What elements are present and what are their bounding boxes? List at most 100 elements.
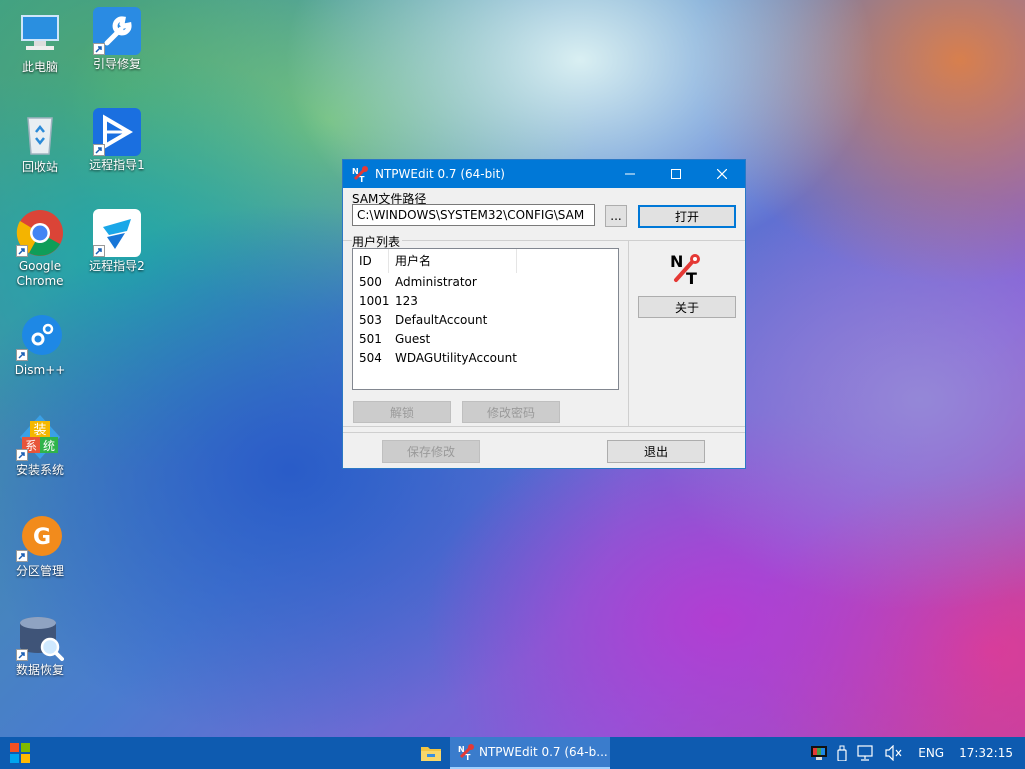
desktop-icon-remote-assist-2[interactable]: 远程指导2 <box>77 209 157 274</box>
shortcut-arrow-icon <box>93 43 105 55</box>
taskbar: N T NTPWEdit 0.7 (64-b... ENG 17:32:15 <box>0 737 1025 769</box>
computer-icon <box>16 10 64 58</box>
user-id: 1001 <box>359 294 390 308</box>
network-icon[interactable] <box>857 745 875 761</box>
user-row[interactable]: 500 Administrator <box>353 273 618 292</box>
shortcut-arrow-icon <box>16 449 28 461</box>
user-name: WDAGUtilityAccount <box>395 351 517 365</box>
user-name: Guest <box>395 332 431 346</box>
svg-text:装: 装 <box>33 423 46 438</box>
user-id: 500 <box>359 275 382 289</box>
desktop-icon-label: Dism++ <box>14 363 66 377</box>
svg-text:统: 统 <box>43 439 55 453</box>
desktop-icon-boot-repair[interactable]: 引导修复 <box>77 7 157 72</box>
clock[interactable]: 17:32:15 <box>959 746 1013 760</box>
divider <box>343 432 745 433</box>
ntpwedit-app-icon: N T <box>457 743 475 762</box>
system-tray: ENG 17:32:15 <box>806 737 1025 769</box>
task-title: NTPWEdit 0.7 (64-b... <box>479 745 608 759</box>
desktop-icon-label: 分区管理 <box>15 564 64 578</box>
volume-muted-icon[interactable] <box>885 745 903 761</box>
desktop-icon-label: 回收站 <box>21 160 58 174</box>
close-button[interactable] <box>699 160 745 188</box>
minimize-button[interactable] <box>607 160 653 188</box>
desktop-icon-label: 远程指导2 <box>89 259 145 273</box>
usb-drive-icon[interactable] <box>837 745 847 761</box>
color-display-icon[interactable] <box>811 746 828 760</box>
ntpwedit-logo: N T <box>669 252 705 288</box>
divider <box>343 426 745 427</box>
taskbar-file-explorer[interactable] <box>416 737 446 769</box>
svg-text:N: N <box>670 252 683 271</box>
shortcut-arrow-icon <box>16 245 28 257</box>
language-indicator[interactable]: ENG <box>918 746 944 760</box>
open-button[interactable]: 打开 <box>638 205 736 228</box>
user-id: 503 <box>359 313 382 327</box>
user-row[interactable]: 501 Guest <box>353 330 618 349</box>
svg-text:G: G <box>33 525 51 550</box>
install-system-icon: 装 统 系 <box>16 413 64 461</box>
shortcut-arrow-icon <box>93 144 105 156</box>
desktop-icon-label: Google Chrome <box>16 259 64 288</box>
user-list[interactable]: ID 用户名 500 Administrator 1001 123 503 De… <box>352 248 619 390</box>
column-header-id[interactable]: ID <box>353 249 389 273</box>
desktop-icon-data-recovery[interactable]: 数据恢复 <box>0 613 80 678</box>
chrome-icon <box>16 209 64 257</box>
desktop-icon-label: 数据恢复 <box>15 663 64 677</box>
about-button[interactable]: 关于 <box>638 296 736 318</box>
exit-button[interactable]: 退出 <box>607 440 705 463</box>
desktop-icon-install-system[interactable]: 装 统 系 安装系统 <box>0 413 80 478</box>
dism-gear-icon <box>16 313 64 361</box>
user-row[interactable]: 504 WDAGUtilityAccount <box>353 349 618 368</box>
start-button[interactable] <box>0 737 40 769</box>
maximize-button[interactable] <box>653 160 699 188</box>
ntpwedit-app-icon: N T <box>351 165 369 184</box>
browse-button[interactable]: ... <box>605 205 627 227</box>
user-row[interactable]: 1001 123 <box>353 292 618 311</box>
user-id: 501 <box>359 332 382 346</box>
desktop-icon-label: 远程指导1 <box>89 158 145 172</box>
user-id: 504 <box>359 351 382 365</box>
change-password-button[interactable]: 修改密码 <box>462 401 560 423</box>
remote-assist-2-icon <box>93 209 141 257</box>
user-name: DefaultAccount <box>395 313 488 327</box>
desktop-icon-label: 引导修复 <box>92 57 141 71</box>
window-title: NTPWEdit 0.7 (64-bit) <box>375 167 505 181</box>
windows-logo-icon <box>10 743 30 763</box>
user-name: Administrator <box>395 275 477 289</box>
user-list-header: ID 用户名 <box>353 249 618 273</box>
desktop-icon-google-chrome[interactable]: Google Chrome <box>0 209 80 289</box>
minimize-icon <box>625 173 635 175</box>
desktop-icon-remote-assist-1[interactable]: 远程指导1 <box>77 108 157 173</box>
user-name: 123 <box>395 294 418 308</box>
shortcut-arrow-icon <box>16 349 28 361</box>
shortcut-arrow-icon <box>16 649 28 661</box>
close-icon <box>717 169 727 179</box>
desktop-icon-partition-manager[interactable]: G 分区管理 <box>0 514 80 579</box>
wrench-icon <box>93 7 141 55</box>
save-changes-button[interactable]: 保存修改 <box>382 440 480 463</box>
svg-text:T: T <box>686 269 697 286</box>
remote-assist-icon <box>93 108 141 156</box>
desktop-icon-dism[interactable]: Dism++ <box>0 313 80 378</box>
recycle-bin-icon <box>16 110 64 158</box>
desktop-icon-label: 此电脑 <box>21 60 58 74</box>
folder-icon <box>421 747 441 761</box>
divider <box>628 241 629 426</box>
desktop-icon-recycle-bin[interactable]: 回收站 <box>0 110 80 175</box>
unlock-button[interactable]: 解锁 <box>353 401 451 423</box>
shortcut-arrow-icon <box>93 245 105 257</box>
desktop-icon-this-pc[interactable]: 此电脑 <box>0 10 80 75</box>
desktop-icon-label: 安装系统 <box>15 463 64 477</box>
sam-path-input[interactable] <box>352 204 595 226</box>
ntpwedit-window: N T NTPWEdit 0.7 (64-bit) SAM文件路径 ... 打开… <box>342 159 746 469</box>
data-recovery-icon <box>16 613 64 661</box>
shortcut-arrow-icon <box>16 550 28 562</box>
window-titlebar[interactable]: N T NTPWEdit 0.7 (64-bit) <box>343 160 745 188</box>
taskbar-task-ntpwedit[interactable]: N T NTPWEdit 0.7 (64-b... <box>450 737 610 769</box>
partition-manager-icon: G <box>16 514 64 562</box>
user-row[interactable]: 503 DefaultAccount <box>353 311 618 330</box>
divider <box>343 240 745 241</box>
maximize-icon <box>671 169 681 179</box>
column-header-username[interactable]: 用户名 <box>389 249 517 273</box>
